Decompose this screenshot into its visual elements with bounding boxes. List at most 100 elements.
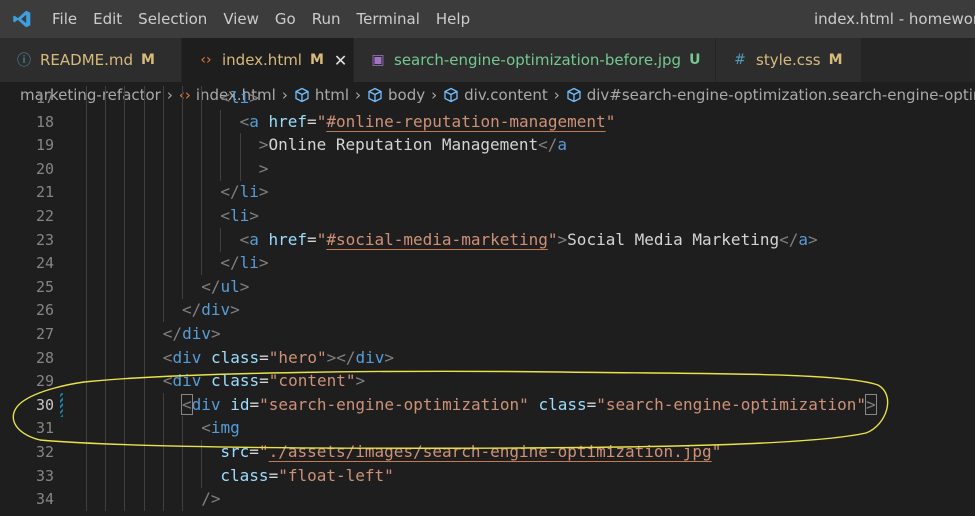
indent-guide (86, 156, 87, 181)
indent-guide (124, 369, 126, 394)
indent-guide (182, 133, 183, 158)
line-number: 22 (35, 207, 54, 225)
close-icon[interactable]: ✕ (334, 51, 347, 70)
tag-bracket: </ (779, 229, 799, 249)
indent-guide (124, 392, 126, 417)
code-line: 27 </div> (0, 322, 975, 346)
line-number: 29 (35, 372, 54, 391)
line-number: 32 (35, 443, 54, 461)
line-number: 23 (35, 230, 54, 249)
code-content: </ul> (201, 275, 249, 299)
code-content: /> (201, 487, 220, 511)
indent-guide (124, 440, 126, 464)
indent-guide (105, 322, 107, 346)
indent-guide (162, 156, 164, 181)
code-line: 20 > (0, 156, 975, 181)
indent-guide (124, 227, 126, 252)
code-line: 34 /> (0, 487, 975, 512)
menu-view[interactable]: View (215, 0, 267, 38)
vscode-logo-icon (0, 0, 44, 38)
code-line: 17 <li> (0, 86, 975, 110)
indent-guide (162, 392, 164, 417)
tag-bracket: < (239, 229, 250, 249)
indent-guide (86, 133, 87, 158)
git-status-badge: M (828, 52, 843, 68)
tag-name: img (210, 418, 240, 438)
indent-guide (182, 274, 183, 299)
equals-sign: = (259, 347, 269, 367)
indent-guide (143, 392, 145, 417)
line-number: 30 (35, 395, 54, 414)
line-number: 17 (35, 89, 54, 107)
tab-style-css[interactable]: # style.css M (716, 38, 862, 82)
menu-help[interactable]: Help (428, 0, 478, 38)
indent-guide (162, 180, 164, 205)
tab-label: search-engine-optimization-before.jpg (394, 51, 682, 69)
string-literal: "float-left" (278, 465, 394, 485)
tag-bracket: > (258, 135, 269, 155)
tab-index-html[interactable]: ‹› index.html M ✕ (182, 38, 354, 82)
indent-guide (124, 180, 126, 205)
indent-guide (86, 440, 87, 464)
tab-search-engine-optimization-before-jpg[interactable]: ▣ search-engine-optimization-before.jpg U (354, 38, 716, 82)
indent-guide (143, 227, 145, 252)
git-status-badge: M (141, 52, 155, 68)
tag-bracket: > (258, 182, 269, 202)
code-content: </div> (182, 298, 240, 322)
line-number: 19 (35, 136, 54, 155)
menu-run[interactable]: Run (304, 0, 349, 38)
string-literal: " (258, 442, 269, 461)
line-number: 27 (35, 325, 54, 343)
menu-file[interactable]: File (44, 0, 85, 38)
indent-guide (143, 440, 145, 464)
indent-guide (220, 227, 222, 252)
indent-guide (86, 369, 87, 394)
indent-guide (105, 251, 107, 276)
indent-guide (86, 298, 87, 323)
code-content: <li> (220, 86, 259, 110)
code-editor[interactable]: 17 <li> 18 <a href="#online-reputation-mana… (0, 86, 975, 516)
menu-edit[interactable]: Edit (85, 0, 130, 38)
indent-guide (162, 440, 164, 464)
line-number: 25 (35, 277, 54, 296)
indent-guide (124, 345, 126, 370)
code-line: 19 >Online Reputation Management</a (0, 133, 975, 158)
code-line: 28 <div class="hero"></div> (0, 345, 975, 370)
tag-bracket: < (201, 418, 211, 438)
string-literal: ./assets/images/search-engine-optimizati… (268, 442, 712, 461)
tab-readme-md[interactable]: ⓘ README.md M (0, 38, 182, 82)
indent-guide (201, 251, 203, 276)
code-line: 22 <li> (0, 204, 975, 228)
indent-guide (162, 416, 164, 441)
tag-bracket: > (230, 300, 240, 320)
code-content: class="float-left" (220, 464, 393, 488)
tag-name: a (798, 229, 808, 249)
indent-guide (124, 298, 126, 323)
indent-guide (105, 416, 107, 441)
menu-terminal[interactable]: Terminal (349, 0, 428, 38)
indent-guide (201, 156, 203, 181)
string-literal: "content" (268, 371, 356, 391)
indent-guide (86, 109, 87, 134)
indent-guide (124, 109, 126, 134)
line-number: 20 (35, 159, 54, 178)
tag-bracket: < (220, 206, 231, 225)
indent-guide (182, 251, 183, 276)
string-literal: #online-reputation-management (326, 111, 606, 131)
indent-guide (143, 109, 145, 134)
tag-bracket: > (239, 276, 250, 296)
git-status-badge: M (309, 52, 324, 68)
tag-bracket: < (239, 111, 250, 131)
code-content: </li> (220, 180, 268, 204)
tag-bracket: < (162, 347, 173, 367)
indent-guide (182, 180, 183, 205)
code-line: 29 <div class="content"> (0, 369, 975, 394)
indent-guide (143, 156, 145, 181)
menu-selection[interactable]: Selection (130, 0, 215, 38)
menu-go[interactable]: Go (267, 0, 304, 38)
indent-guide (182, 227, 183, 252)
indent-guide (162, 298, 164, 323)
